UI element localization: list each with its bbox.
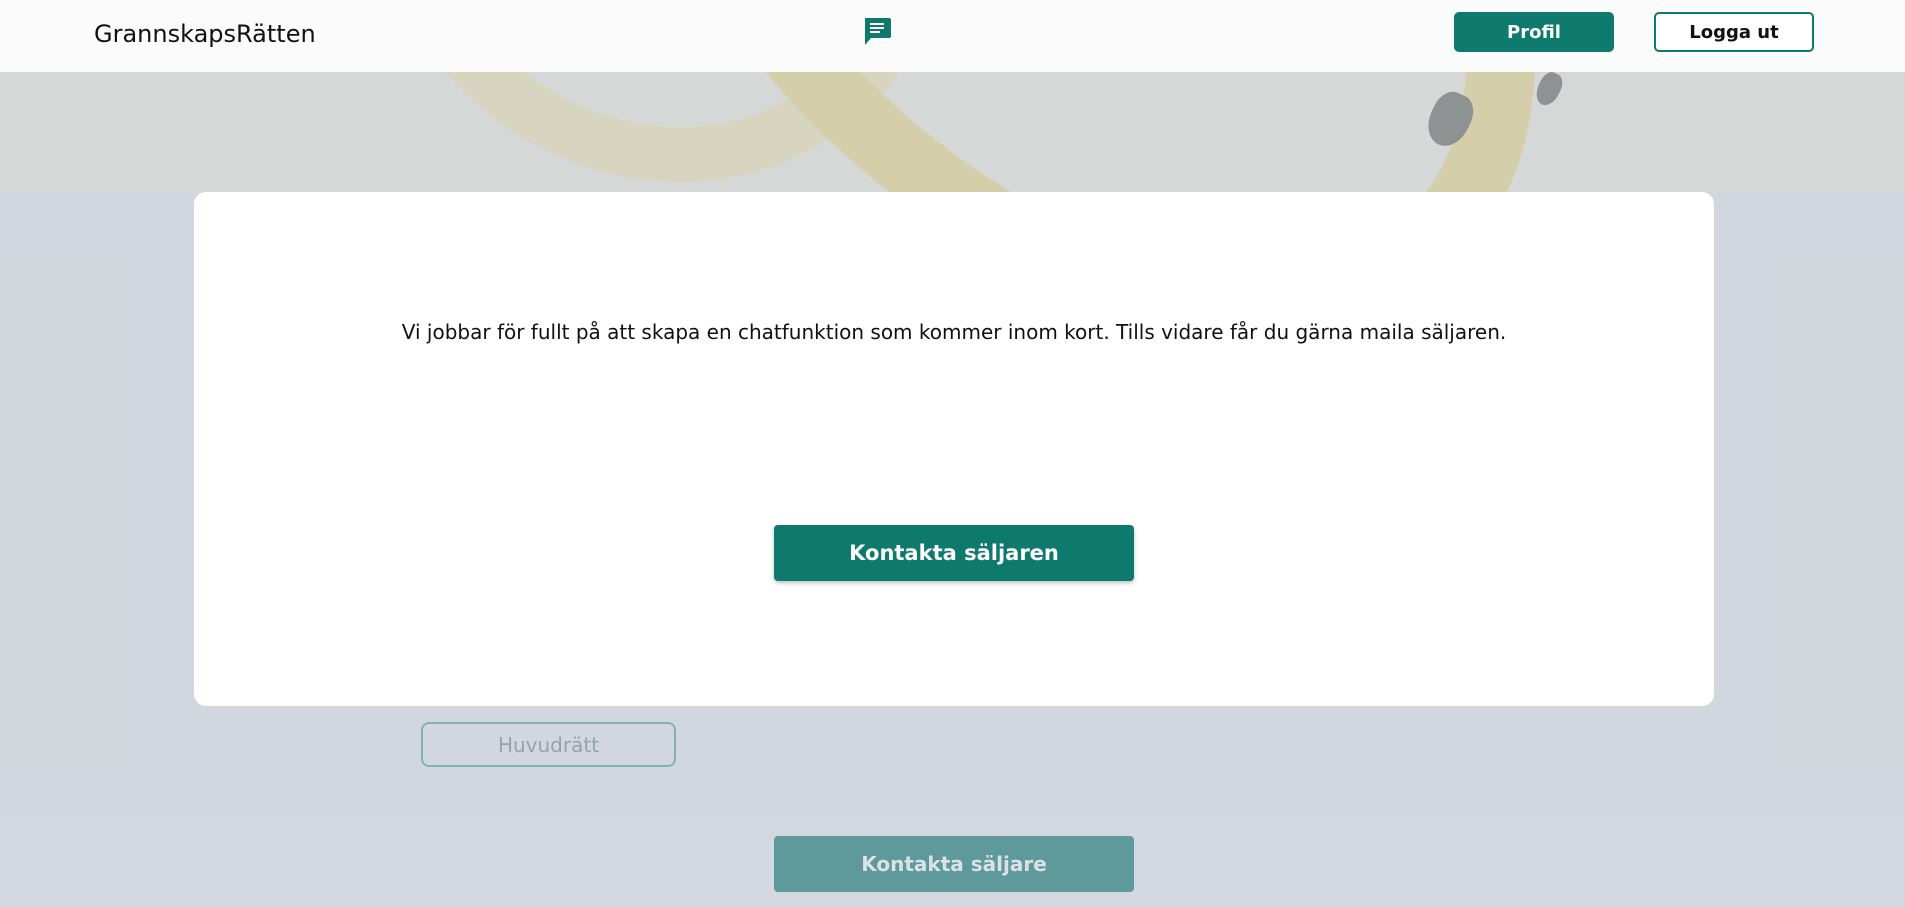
- modal-message: Vi jobbar för fullt på att skapa en chat…: [401, 320, 1507, 344]
- chat-coming-soon-modal: Vi jobbar för fullt på att skapa en chat…: [194, 192, 1714, 706]
- contact-seller-button[interactable]: Kontakta säljaren: [774, 525, 1134, 581]
- brand-logo[interactable]: GrannskapsRätten: [94, 20, 316, 48]
- top-navigation: GrannskapsRätten Profil Logga ut: [0, 0, 1905, 72]
- profile-button[interactable]: Profil: [1454, 12, 1614, 52]
- chat-icon[interactable]: [862, 16, 892, 46]
- logout-button[interactable]: Logga ut: [1654, 12, 1814, 52]
